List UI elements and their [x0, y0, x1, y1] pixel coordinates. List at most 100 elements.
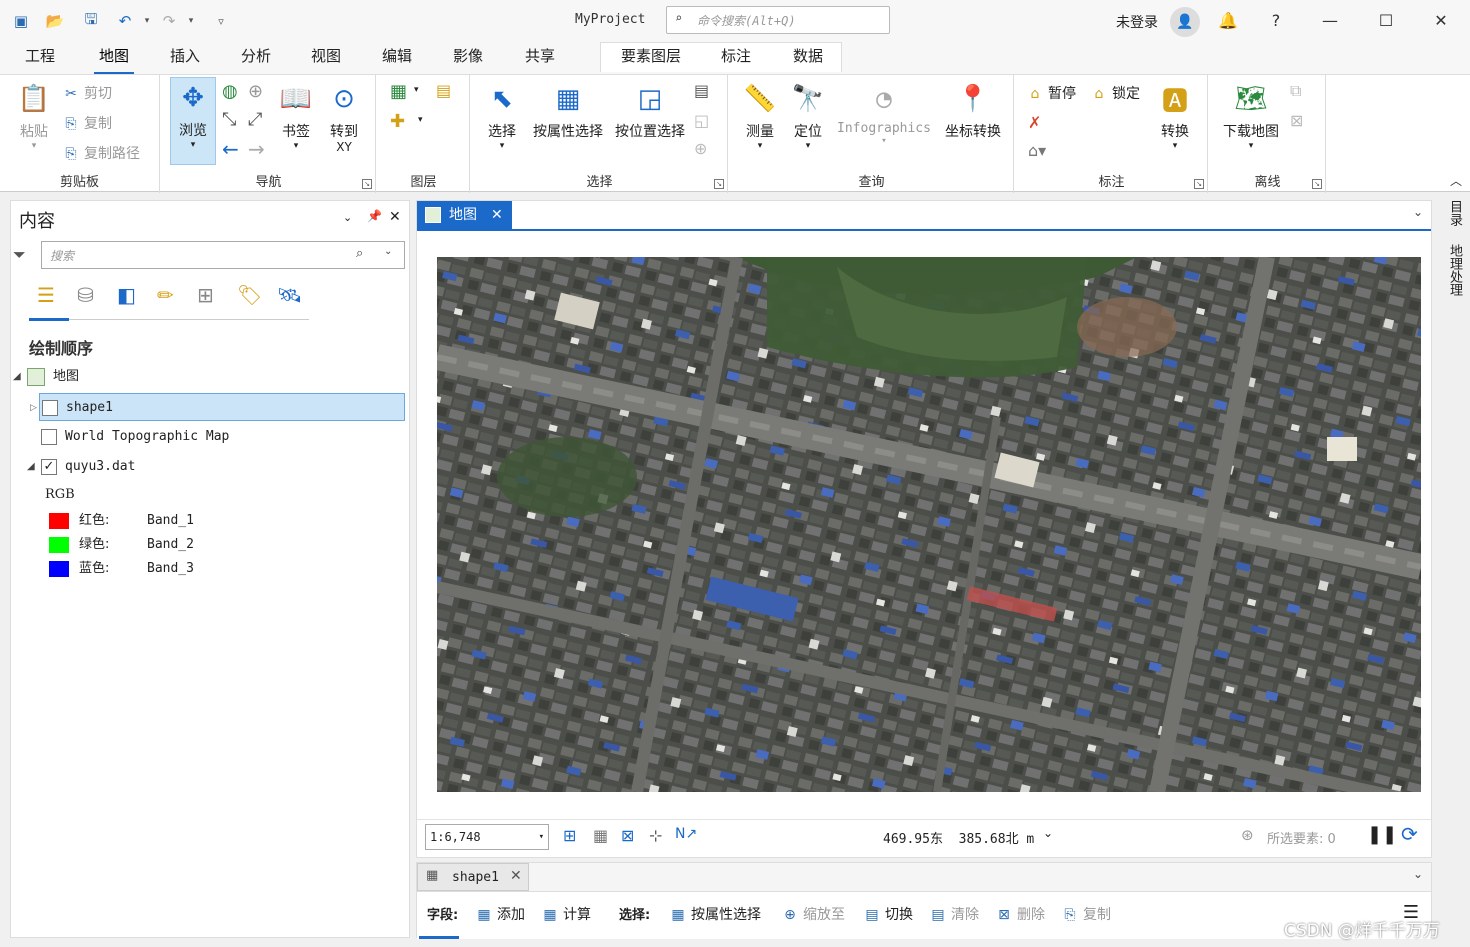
paste-button[interactable]: 📋 粘贴 ▾ — [10, 79, 58, 151]
layer-visibility-checkbox[interactable] — [41, 429, 57, 445]
clear-selection-icon[interactable]: ◱ — [694, 111, 709, 130]
close-tab-icon[interactable]: ✕ — [491, 201, 503, 229]
copy-selected-button[interactable]: ⎘ 复制 — [1061, 904, 1111, 924]
layer-item-quyu3[interactable]: ◢ ✓ quyu3.dat — [11, 453, 409, 481]
scale-selector[interactable]: 1:6,748 ▾ — [425, 824, 549, 850]
back-arrow-icon[interactable]: ← — [222, 137, 239, 161]
north-arrow-icon[interactable]: N↗ — [675, 826, 697, 842]
selection-view-icon[interactable]: ◧ — [117, 283, 136, 307]
tab-analysis[interactable]: 分析 — [236, 42, 276, 74]
collapse-arrow-icon[interactable]: ◢ — [27, 453, 35, 481]
help-icon[interactable]: ? — [1262, 8, 1290, 34]
attribute-table-tab[interactable]: ▦ shape1 ✕ — [417, 863, 529, 891]
copy-path-button[interactable]: ⎘ 复制路径 — [62, 143, 140, 163]
tab-view[interactable]: 视图 — [306, 42, 346, 74]
save-project-icon[interactable]: 🖫 — [80, 10, 102, 32]
open-project-icon[interactable]: 📂 — [44, 10, 66, 32]
maximize-icon[interactable]: ☐ — [1372, 8, 1400, 34]
avatar[interactable]: 👤 — [1170, 7, 1200, 37]
add-field-button[interactable]: ▦ 添加 — [475, 904, 525, 924]
data-source-icon[interactable]: ⛁ — [77, 283, 94, 307]
pause-labeling-button[interactable]: ⌂ 暂停 — [1026, 83, 1076, 103]
select-by-attributes-button[interactable]: ▦ 按属性选择 — [528, 79, 608, 141]
copy-button[interactable]: ⎘ 复制 — [62, 113, 112, 133]
geoprocessing-dock-tab[interactable]: 地理处理 — [1446, 244, 1462, 296]
tab-project[interactable]: 工程 — [20, 42, 60, 74]
map-units-icon[interactable]: ⊞ — [563, 826, 576, 845]
download-map-button[interactable]: 🗺 下载地图 ▾ — [1218, 79, 1284, 151]
previous-extent-icon[interactable]: ⊕ — [248, 81, 263, 102]
infographics-button[interactable]: ◔ Infographics ▾ — [834, 79, 934, 146]
tab-share[interactable]: 共享 — [520, 42, 560, 74]
fixed-zoom-out-icon[interactable]: ⤢ — [248, 109, 262, 130]
tab-data[interactable]: 数据 — [788, 42, 828, 74]
cut-button[interactable]: ✂ 剪切 — [62, 83, 112, 103]
layer-item-shape1[interactable]: ▷ shape1 — [30, 393, 405, 421]
map-view-tab[interactable]: 地图 ✕ — [417, 201, 512, 229]
lock-labeling-button[interactable]: ⌂ 锁定 — [1090, 83, 1140, 103]
offline-launcher-icon[interactable]: ↘ — [1312, 179, 1322, 189]
tab-labeling[interactable]: 标注 — [716, 42, 756, 74]
explore-button[interactable]: ✥ 浏览 ▾ — [170, 77, 216, 165]
close-table-tab-icon[interactable]: ✕ — [510, 868, 522, 884]
close-pane-icon[interactable]: ✕ — [389, 209, 401, 225]
collapse-ribbon-icon[interactable]: ︿ — [1450, 172, 1462, 189]
labeling-view-icon[interactable]: 🏷 — [237, 283, 262, 307]
customize-toolbar-icon[interactable]: ▿ — [210, 10, 232, 32]
add-data-icon[interactable]: ✚ — [390, 111, 405, 132]
attributes-icon[interactable]: ▤ — [694, 81, 709, 100]
tab-edit[interactable]: 编辑 — [377, 42, 417, 74]
notification-bell-icon[interactable]: 🔔 — [1214, 8, 1242, 34]
minimize-icon[interactable]: — — [1316, 8, 1344, 34]
pin-icon[interactable]: 📌 — [367, 209, 382, 223]
snapping-icon[interactable]: ⊠ — [621, 826, 634, 845]
forward-arrow-icon[interactable]: → — [248, 137, 265, 161]
sync-icon[interactable]: ⧉ — [1290, 81, 1301, 101]
map-tree-item[interactable]: ◢ 地图 — [11, 363, 409, 391]
contents-search-input[interactable]: 搜索 ⌕ ⌄ — [41, 241, 405, 269]
clear-selection-button[interactable]: ▤ 清除 — [929, 904, 979, 924]
filter-icon[interactable]: ⏷ — [13, 245, 26, 265]
view-menu-chevron-icon[interactable]: ⌄ — [1413, 205, 1423, 219]
layer-visibility-checkbox[interactable] — [42, 400, 58, 416]
measure-button[interactable]: 📏 测量 ▾ — [738, 79, 782, 151]
pane-menu-chevron-icon[interactable]: ⌄ — [343, 211, 352, 224]
catalog-dock-tab[interactable]: 目录 — [1446, 200, 1462, 226]
snapping-view-icon[interactable]: ⊞ — [197, 283, 214, 307]
unplaced-labels-icon[interactable]: ✗ — [1028, 113, 1041, 132]
sign-in-status[interactable]: 未登录 — [1116, 12, 1158, 32]
redo-dropdown-icon[interactable]: ▾ — [180, 10, 202, 32]
labeling-launcher-icon[interactable]: ↘ — [1194, 179, 1204, 189]
pause-drawing-icon[interactable]: ❚❚ — [1367, 824, 1397, 845]
select-button[interactable]: ⬉ 选择 ▾ — [480, 79, 524, 151]
tab-insert[interactable]: 插入 — [165, 42, 205, 74]
refresh-icon[interactable]: ⟳ — [1401, 822, 1418, 846]
new-project-icon[interactable]: ▣ — [10, 10, 32, 32]
drawing-order-icon[interactable]: ☰ — [37, 283, 55, 307]
table-view-menu-chevron-icon[interactable]: ⌄ — [1413, 867, 1423, 881]
tab-imagery[interactable]: 影像 — [448, 42, 488, 74]
layer-item-world-topographic[interactable]: World Topographic Map — [41, 423, 409, 451]
full-extent-icon[interactable]: ◍ — [222, 81, 238, 102]
bookmarks-button[interactable]: 📖 书签 ▾ — [274, 79, 318, 151]
zoom-to-button[interactable]: ⊕ 缩放至 — [781, 904, 845, 924]
switch-selection-button[interactable]: ▤ 切换 — [863, 904, 913, 924]
basemap-icon[interactable]: ▦ — [390, 81, 407, 102]
redo-icon[interactable]: ↷ — [158, 10, 180, 32]
undo-icon[interactable]: ↶ — [114, 10, 136, 32]
go-to-xy-button[interactable]: ⊙ 转到 XY — [322, 79, 366, 153]
expand-arrow-icon[interactable]: ▷ — [30, 394, 37, 422]
collapse-arrow-icon[interactable]: ◢ — [13, 363, 21, 391]
grid-icon[interactable]: ▦ — [593, 826, 608, 845]
tab-feature-layer[interactable]: 要素图层 — [614, 42, 688, 74]
select-by-location-button[interactable]: ◲ 按位置选择 — [610, 79, 690, 141]
coordinate-conversion-button[interactable]: 📍 坐标转换 — [938, 79, 1008, 141]
more-labeling-icon[interactable]: ⌂▾ — [1028, 141, 1046, 160]
selection-launcher-icon[interactable]: ↘ — [714, 179, 724, 189]
perspective-imagery-icon[interactable]: 🛰 — [277, 283, 302, 307]
remove-offline-icon[interactable]: ⊠ — [1290, 111, 1303, 130]
tab-map[interactable]: 地图 — [94, 42, 134, 74]
coordinate-format-chevron-icon[interactable]: ⌄ — [1043, 826, 1053, 840]
locate-button[interactable]: 🔭 定位 ▾ — [786, 79, 830, 151]
add-graphics-layer-icon[interactable]: ▤ — [436, 81, 451, 100]
